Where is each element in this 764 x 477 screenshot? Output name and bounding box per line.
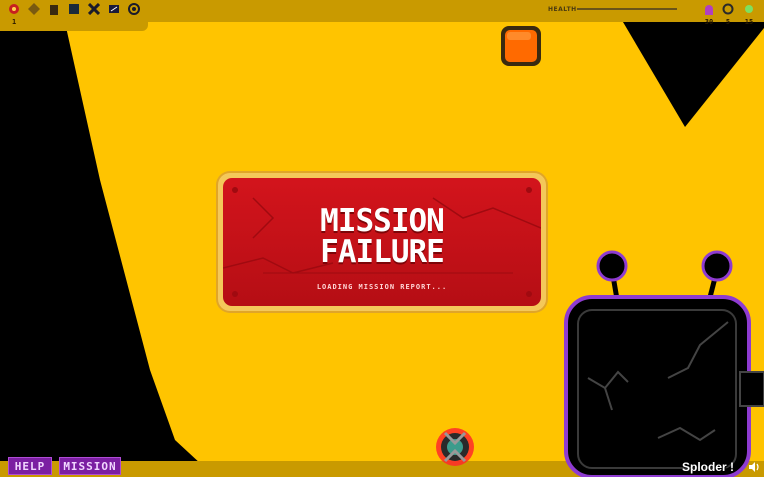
player-ship [436, 428, 474, 466]
loading-report-text: LOADING MISSION REPORT... [316, 283, 448, 291]
enemy-icon [705, 5, 713, 15]
mission-button[interactable]: MISSION [59, 457, 121, 475]
mission-failure-panel: MISSION FAILURE LOADING MISSION REPORT..… [223, 178, 541, 306]
crossed-swords-icon[interactable] [88, 3, 100, 15]
game-stage: 1 HEALTH 30 5 15 MISSION FAILURE LOADING… [0, 0, 764, 477]
ring-count: 5 [725, 18, 731, 26]
gem-count: 15 [744, 18, 754, 26]
orange-crate [501, 26, 541, 66]
help-button[interactable]: HELP [8, 457, 52, 475]
map-icon[interactable] [108, 3, 120, 15]
ring-icon [722, 3, 734, 15]
counter-left: 1 [12, 18, 17, 26]
title-line1: MISSION [320, 203, 445, 239]
sound-icon[interactable] [748, 461, 760, 473]
box-icon[interactable] [68, 3, 80, 15]
top-hud: 1 HEALTH 30 5 15 [0, 0, 764, 31]
health-bar [577, 8, 677, 10]
robot-monitor [564, 250, 764, 477]
sploder-logo[interactable]: Sploder ! [682, 460, 734, 474]
building-icon[interactable] [48, 3, 60, 15]
left-terrain [0, 0, 215, 477]
health-label: HEALTH [548, 6, 577, 13]
title-line2: FAILURE [320, 234, 445, 270]
mission-failure-title: MISSION FAILURE [223, 206, 541, 268]
gem-icon [745, 5, 753, 13]
mine-icon[interactable] [28, 3, 40, 15]
mission-failure-dialog: MISSION FAILURE LOADING MISSION REPORT..… [218, 173, 546, 311]
target-icon[interactable] [128, 3, 140, 15]
shield-icon[interactable] [8, 3, 20, 15]
